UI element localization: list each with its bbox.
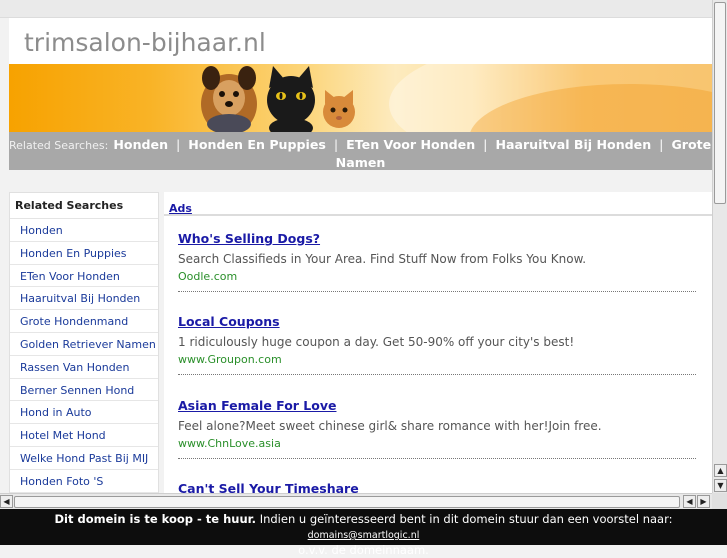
related-searches-bar: Related Searches: Honden | Honden En Pup…: [9, 132, 712, 170]
top-strip: [0, 0, 712, 18]
ad-divider: [178, 374, 696, 375]
separator: |: [659, 138, 664, 152]
site-title: trimsalon-bijhaar.nl: [24, 28, 266, 57]
sidebar-item-rassen-van-honden[interactable]: Rassen Van Honden: [10, 356, 158, 379]
sidebar-item-hotel-met-hond[interactable]: Hotel Met Hond: [10, 424, 158, 447]
scrollbar-corner: [712, 493, 727, 509]
horizontal-scroll-thumb[interactable]: [14, 496, 680, 508]
sidebar-item-berner-sennen-hond[interactable]: Berner Sennen Hond: [10, 379, 158, 402]
ad-item: Who's Selling Dogs? Search Classifieds i…: [178, 231, 698, 283]
ads-panel: Ads Who's Selling Dogs? Search Classifie…: [164, 192, 712, 493]
vertical-scrollbar[interactable]: ▲ ▼: [712, 0, 727, 493]
separator: |: [176, 138, 181, 152]
related-bar-line: Namen: [9, 152, 712, 171]
domain-for-sale-bar: Dit domein is te koop - te huur. Indien …: [0, 509, 727, 557]
site-title-bar: trimsalon-bijhaar.nl: [9, 18, 712, 64]
vertical-scroll-thumb[interactable]: [714, 2, 726, 204]
ads-header: Ads: [164, 192, 712, 216]
ad-item: Local Coupons 1 ridiculously huge coupon…: [178, 314, 698, 366]
pets-banner: [9, 64, 712, 132]
sidebar-item-honden-foto-s[interactable]: Honden Foto 'S: [10, 470, 158, 493]
related-link-grote-hondenmand[interactable]: Grote Hondenmand: [671, 137, 712, 152]
sidebar-item-honden[interactable]: Honden: [10, 219, 158, 242]
ad-title[interactable]: Asian Female For Love: [178, 398, 698, 413]
scroll-down-icon[interactable]: ▼: [714, 479, 727, 492]
ad-item: Asian Female For Love Feel alone?Meet sw…: [178, 398, 698, 450]
ad-divider: [178, 458, 696, 459]
related-bar-line: Related Searches: Honden | Honden En Pup…: [9, 134, 712, 153]
sidebar-title: Related Searches: [10, 193, 158, 219]
sale-heading: Dit domein is te koop - te huur.: [54, 512, 257, 526]
page-content: trimsalon-bijhaar.nl Related Searches: H…: [9, 18, 712, 493]
ad-description: Search Classifieds in Your Area. Find St…: [178, 252, 587, 266]
sidebar-item-eten-voor-honden[interactable]: ETen Voor Honden: [10, 265, 158, 288]
sidebar-item-grote-hondenmand[interactable]: Grote Hondenmand: [10, 310, 158, 333]
scroll-left-icon[interactable]: ◀: [683, 495, 696, 508]
scroll-left-icon[interactable]: ◀: [0, 495, 13, 508]
ad-divider: [178, 291, 696, 292]
pets-image: [201, 66, 355, 132]
ad-url[interactable]: www.Groupon.com: [178, 353, 698, 366]
ad-url[interactable]: www.ChnLove.asia: [178, 437, 698, 450]
sidebar-item-haaruitval-bij-honden[interactable]: Haaruitval Bij Honden: [10, 287, 158, 311]
related-bar-label: Related Searches:: [9, 139, 109, 152]
related-searches-sidebar: Related Searches Honden Honden En Puppie…: [9, 192, 159, 493]
ad-title[interactable]: Local Coupons: [178, 314, 698, 329]
sidebar-item-welke-hond-past-bij-mij[interactable]: Welke Hond Past Bij MIJ: [10, 447, 158, 470]
email-link[interactable]: domains@smartlogic.nl: [308, 530, 420, 541]
related-link-eten-voor-honden[interactable]: ETen Voor Honden: [346, 137, 475, 152]
sale-body-text: Indien u geïnteresseerd bent in dit dome…: [256, 512, 673, 526]
ad-title[interactable]: Can't Sell Your Timeshare: [178, 481, 698, 493]
ad-description: Feel alone?Meet sweet chinese girl& shar…: [178, 419, 602, 433]
related-link-haaruitval-bij-honden[interactable]: Haaruitval Bij Honden: [495, 137, 651, 152]
ad-url[interactable]: Oodle.com: [178, 270, 698, 283]
sidebar-item-honden-en-puppies[interactable]: Honden En Puppies: [10, 242, 158, 265]
separator: |: [334, 138, 339, 152]
ad-item: Can't Sell Your Timeshare: [178, 481, 698, 493]
ad-title[interactable]: Who's Selling Dogs?: [178, 231, 698, 246]
scroll-right-icon[interactable]: ▶: [697, 495, 710, 508]
related-link-namen[interactable]: Namen: [336, 155, 386, 170]
sidebar-item-golden-retriever-namen[interactable]: Golden Retriever Namen: [10, 333, 158, 356]
ad-description: 1 ridiculously huge coupon a day. Get 50…: [178, 335, 575, 349]
separator: |: [483, 138, 488, 152]
scroll-up-icon[interactable]: ▲: [714, 464, 727, 477]
ads-label[interactable]: Ads: [169, 202, 192, 215]
horizontal-scrollbar[interactable]: ◀ ◀ ▶: [0, 493, 712, 510]
sidebar-item-hond-in-auto[interactable]: Hond in Auto: [10, 401, 158, 425]
sale-suffix-text: o.v.v. de domeinnaam.: [298, 543, 429, 557]
related-link-honden-en-puppies[interactable]: Honden En Puppies: [188, 137, 326, 152]
related-link-honden[interactable]: Honden: [113, 137, 168, 152]
